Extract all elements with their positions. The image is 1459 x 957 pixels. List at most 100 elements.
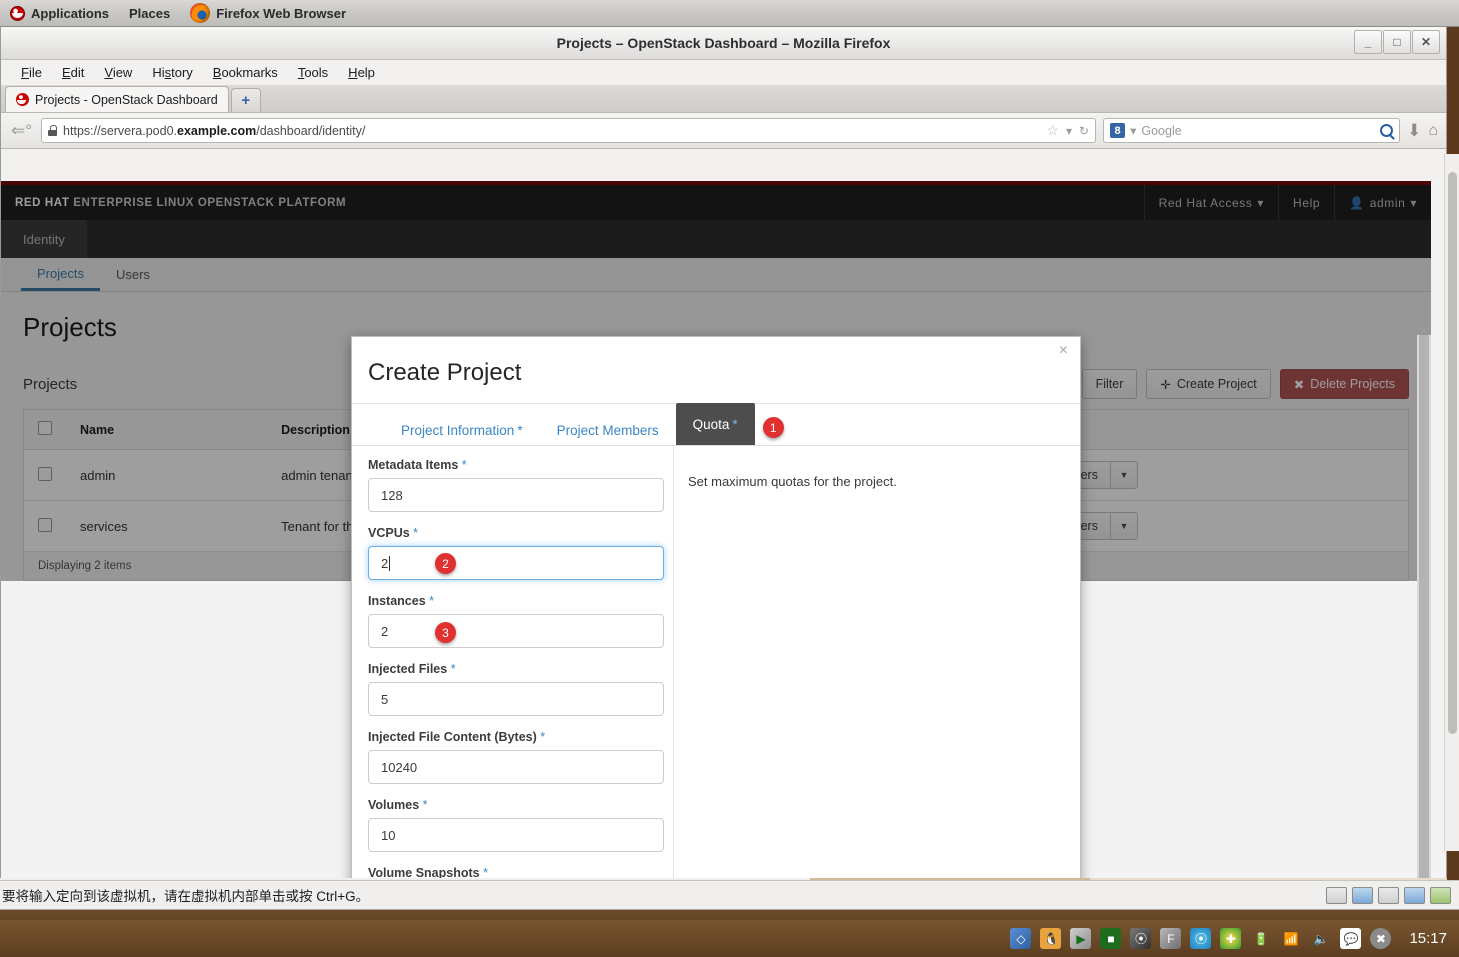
input-value: 10240 — [381, 759, 418, 775]
required-marker: * — [429, 594, 435, 608]
close-button[interactable]: ✕ — [1412, 30, 1440, 54]
tray-flash-icon[interactable]: F — [1160, 928, 1182, 949]
openstack-subnav: Projects Users — [1, 258, 1431, 292]
header-redhat-access[interactable]: Red Hat Access ▾ — [1143, 185, 1278, 220]
modal-tabs: Project Information * Project Members Quo… — [352, 403, 1080, 446]
step-badge-1: 1 — [762, 417, 784, 438]
header-help[interactable]: Help — [1278, 185, 1334, 220]
notification-icon[interactable]: 💬 — [1340, 928, 1362, 949]
close-icon[interactable]: ✖ — [1370, 928, 1392, 949]
vm-network-icon[interactable] — [1352, 886, 1373, 904]
row-checkbox[interactable] — [38, 466, 52, 481]
volumes-input[interactable]: 10 — [368, 818, 664, 852]
maximize-button[interactable]: □ — [1383, 30, 1411, 54]
tab-project-information[interactable]: Project Information * — [384, 415, 540, 445]
page-scrollbar[interactable] — [1417, 335, 1431, 878]
vertical-scroll-thumb[interactable] — [1448, 172, 1457, 734]
delete-projects-button[interactable]: ✖ Delete Projects — [1279, 369, 1409, 399]
page-scrollbar-thumb[interactable] — [1419, 335, 1429, 878]
chevron-down-icon[interactable]: ▾ — [1066, 124, 1072, 138]
row-checkbox[interactable] — [38, 517, 52, 532]
required-marker: * — [483, 866, 488, 878]
firefox-window: Projects – OpenStack Dashboard – Mozilla… — [0, 27, 1448, 905]
injected-file-content-input[interactable]: 10240 — [368, 750, 664, 784]
tab-quota[interactable]: Quota * — [675, 403, 755, 445]
page-viewport: RED HAT ENTERPRISE LINUX OPENSTACK PLATF… — [1, 181, 1446, 878]
user-icon: 👤 — [1349, 195, 1365, 210]
tab-project-members-label: Project Members — [556, 422, 659, 438]
input-value: 2 — [381, 623, 389, 639]
firefox-menubar: File Edit View History Bookmarks Tools H… — [1, 60, 1446, 85]
field-label: Injected Files * — [368, 662, 657, 676]
nav-item-identity[interactable]: Identity — [1, 220, 87, 258]
tray-browser-icon[interactable]: ⦿ — [1190, 928, 1212, 949]
vm-display-icon[interactable] — [1404, 886, 1425, 904]
tray-nvidia-icon[interactable]: ■ — [1100, 928, 1122, 949]
wifi-icon[interactable]: 📶 — [1280, 928, 1301, 949]
chevron-down-icon: ▾ — [1257, 195, 1265, 210]
field-label: Injected File Content (Bytes) * — [368, 730, 657, 744]
battery-icon[interactable]: 🔋 — [1250, 928, 1271, 949]
vertical-scrollbar[interactable] — [1444, 154, 1459, 851]
subnav-item-users[interactable]: Users — [100, 258, 166, 291]
search-input[interactable]: Google — [1141, 124, 1181, 138]
close-icon: ✖ — [1293, 377, 1305, 392]
search-bar[interactable]: 8 ▾ Google — [1103, 118, 1401, 143]
column-name[interactable]: Name — [66, 409, 268, 450]
menu-edit[interactable]: Edit — [52, 63, 94, 82]
places-menu[interactable]: Places — [119, 0, 180, 27]
reload-icon[interactable]: ↻ — [1079, 124, 1089, 138]
vm-disk-icon[interactable] — [1378, 886, 1399, 904]
tray-update-icon[interactable]: ✚ — [1220, 928, 1242, 949]
bookmark-star-icon[interactable]: ☆ — [1046, 122, 1059, 139]
cell-name: admin — [66, 449, 268, 501]
chevron-down-icon[interactable]: ▼ — [1110, 461, 1138, 489]
vm-shared-folder-icon[interactable] — [1430, 886, 1451, 904]
taskbar-clock[interactable]: 15:17 — [1401, 930, 1459, 947]
applications-menu[interactable]: Applications — [0, 0, 119, 27]
tray-app-icon[interactable]: ◇ — [1010, 928, 1032, 949]
taskbar-window-firefox[interactable]: Firefox Web Browser — [180, 0, 356, 27]
vcpus-input[interactable]: 22 — [368, 546, 664, 580]
menu-file[interactable]: File — [11, 63, 52, 82]
header-user-menu[interactable]: 👤 admin ▾ — [1334, 185, 1431, 220]
home-icon[interactable]: ⌂ — [1428, 122, 1438, 140]
volume-icon[interactable]: 🔈 — [1310, 928, 1331, 949]
menu-view[interactable]: View — [94, 63, 142, 82]
filter-button[interactable]: Filter — [1081, 369, 1138, 399]
step-badge-2: 2 — [435, 553, 456, 574]
close-icon[interactable]: × — [1059, 342, 1068, 360]
menu-bookmarks[interactable]: Bookmarks — [203, 63, 288, 82]
tab-project-members[interactable]: Project Members — [540, 415, 676, 445]
google-engine-icon[interactable]: 8 — [1110, 123, 1126, 138]
create-project-button[interactable]: ✛ Create Project — [1146, 369, 1271, 399]
search-icon[interactable] — [1380, 124, 1394, 137]
search-engine-chevron-icon[interactable]: ▾ — [1130, 123, 1136, 138]
required-marker: * — [413, 526, 419, 540]
injected-files-input[interactable]: 5 — [368, 682, 664, 716]
browser-tab[interactable]: Projects - OpenStack Dashboard — [5, 86, 229, 112]
tray-media-icon[interactable]: ▶ — [1070, 928, 1092, 949]
menu-tools[interactable]: Tools — [288, 63, 338, 82]
instances-input[interactable]: 23 — [368, 614, 664, 648]
row-checkbox-cell — [23, 500, 66, 552]
required-marker: * — [732, 416, 738, 432]
new-tab-button[interactable]: + — [230, 88, 261, 112]
url-domain: example.com — [177, 123, 257, 138]
menu-history[interactable]: History — [142, 63, 202, 82]
vm-usb-icon[interactable] — [1326, 886, 1347, 904]
menu-help[interactable]: Help — [338, 63, 385, 82]
subnav-item-projects[interactable]: Projects — [21, 258, 100, 291]
downloads-icon[interactable]: ⬇ — [1407, 121, 1421, 141]
tray-qq-icon[interactable]: 🐧 — [1040, 928, 1062, 949]
host-taskbar: ◇ 🐧 ▶ ■ ⦿ F ⦿ ✚ 🔋 📶 🔈 💬 ✖ 15:17 — [0, 920, 1459, 957]
minimize-button[interactable]: _ — [1354, 30, 1382, 54]
text-caret — [389, 555, 391, 571]
select-all-checkbox[interactable] — [38, 421, 52, 435]
metadata-items-input[interactable]: 128 — [368, 478, 664, 512]
tray-spiral-icon[interactable]: ⦿ — [1130, 928, 1152, 949]
system-tray: ◇ 🐧 ▶ ■ ⦿ F ⦿ ✚ 🔋 📶 🔈 💬 ✖ — [1010, 928, 1401, 949]
back-button-icon[interactable]: ⇐° — [9, 121, 34, 141]
url-bar[interactable]: https://servera.pod0.example.com/dashboa… — [41, 118, 1097, 143]
chevron-down-icon[interactable]: ▼ — [1110, 512, 1138, 540]
